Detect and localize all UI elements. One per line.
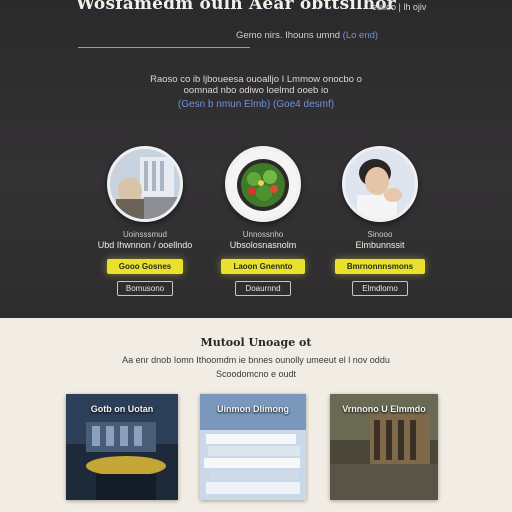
section-description: Aa enr dnob Iomn Ithoomdm ie bnnes ounol… <box>60 353 452 381</box>
card-primary-button[interactable]: Gooo Gosnes <box>106 259 184 274</box>
card-photo-salad <box>225 146 301 222</box>
gallery-tile-label: Gotb on Uotan <box>90 404 154 414</box>
hero-section: Wosfamedm oulh Aear obttsilhor eulloo | … <box>0 0 512 318</box>
hero-divider <box>78 47 250 48</box>
gallery-tile-label: Uinmon Dlimong <box>217 404 289 414</box>
card-secondary-button[interactable]: Elmdlomo <box>352 281 408 296</box>
hero-intro-line-2: oomnad nbo odiwo loelmd ooeb io <box>183 85 329 96</box>
hero-meta-link[interactable]: (Lo end) <box>343 30 378 41</box>
city-photo-icon <box>110 149 180 219</box>
gallery-tile-3[interactable]: Vrnnono U Elmmdo <box>330 394 438 500</box>
section-description-line-1: Aa enr dnob Iomn Ithoomdm ie bnnes ounol… <box>122 355 390 365</box>
card-primary-button[interactable]: Bmrnonnnsmons <box>334 259 426 274</box>
section-description-line-2: Scoodomcno e oudt <box>215 369 297 379</box>
card-caption: Elmbunnssit <box>355 240 405 250</box>
hero-intro: Raoso co ib ljboueesa ouoalljo I Lmmow o… <box>120 74 392 96</box>
section-title: Mutool Unoage ot <box>200 336 312 349</box>
hero-intro-line-1: Raoso co ib ljboueesa ouoalljo I Lmmow o… <box>150 74 362 85</box>
card-primary-button[interactable]: Laoon Gnennto <box>221 259 305 274</box>
gallery-tile-1[interactable]: Gotb on Uotan <box>66 394 178 500</box>
feature-card-3: Sinooo Elmbunnssit Bmrnonnnsmons Elmdlom… <box>310 146 450 296</box>
hero-intro-link[interactable]: (Gesn b nmun Elmb) (Goe4 desmf) <box>120 99 392 110</box>
card-photo-city <box>107 146 183 222</box>
hero-corner-link[interactable]: eulloo | lh ojiv <box>372 2 426 12</box>
gallery-tile-2[interactable]: Uinmon Dlimong <box>200 394 306 500</box>
gallery-tile-label: Vrnnono U Elmmdo <box>342 404 426 414</box>
card-secondary-button[interactable]: Bomusono <box>117 281 173 296</box>
card-caption-small: Sinooo <box>367 230 393 239</box>
person-photo-icon <box>345 149 415 219</box>
card-photo-person <box>342 146 418 222</box>
hero-meta: Gemo nirs. Ihouns umnd (Lo end) <box>236 30 378 41</box>
salad-photo-icon <box>228 149 298 219</box>
card-secondary-button[interactable]: Doaurnnd <box>235 281 291 296</box>
hero-meta-text: Gemo nirs. Ihouns umnd <box>236 30 341 41</box>
hero-title: Wosfamedm oulh Aear obttsilhor <box>76 0 396 14</box>
